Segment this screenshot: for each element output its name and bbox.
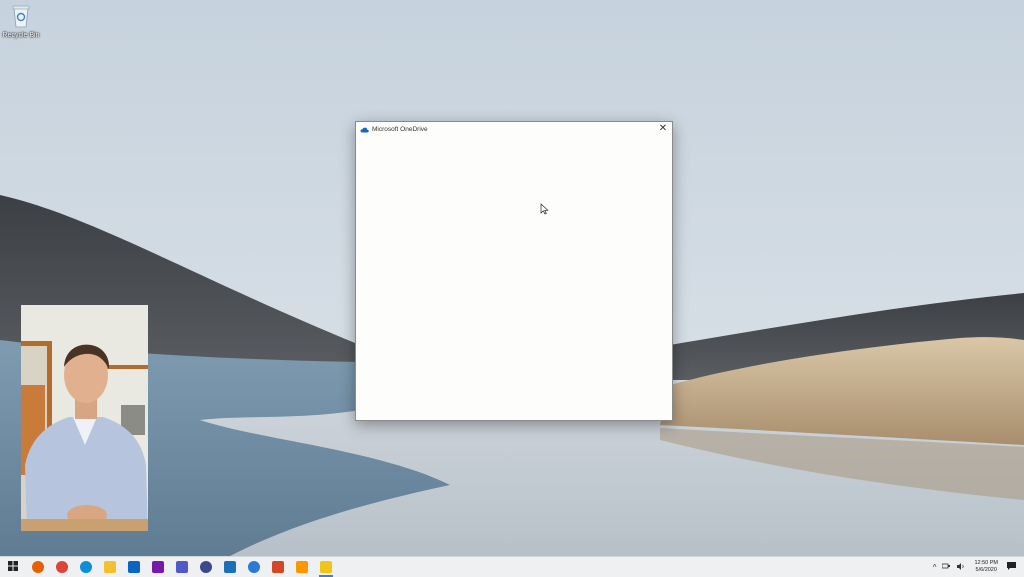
pinned-apps xyxy=(26,557,338,577)
windows-logo-icon xyxy=(8,558,18,576)
show-hidden-icons-chevron-icon[interactable]: ^ xyxy=(933,563,937,572)
taskbar-powerpoint-button[interactable] xyxy=(266,557,290,577)
desktop-icon-recycle-bin[interactable]: Recycle Bin xyxy=(2,4,40,39)
taskbar-chrome-button[interactable] xyxy=(50,557,74,577)
taskbar-sublime-button[interactable] xyxy=(290,557,314,577)
recycle-bin-icon xyxy=(11,4,31,28)
taskbar-onenote-button[interactable] xyxy=(146,557,170,577)
desktop-icon-label: Recycle Bin xyxy=(2,32,40,39)
app-circle-icon xyxy=(200,561,212,573)
clock-date: 5/6/2020 xyxy=(975,567,997,573)
webcam-overlay xyxy=(21,305,148,531)
mouse-pointer-icon xyxy=(540,203,549,215)
window-content xyxy=(356,136,672,420)
volume-icon[interactable] xyxy=(957,562,965,572)
clock-time: 12:50 PM xyxy=(974,560,998,566)
window-titlebar[interactable]: Microsoft OneDrive ✕ xyxy=(356,122,672,136)
taskbar: ^ 12:50 PM 5/6/2020 xyxy=(0,556,1024,577)
taskbar-file-explorer-button[interactable] xyxy=(98,557,122,577)
chrome-icon xyxy=(56,561,68,573)
firefox-icon xyxy=(32,561,44,573)
taskbar-edge-button[interactable] xyxy=(74,557,98,577)
taskbar-remote-app-button[interactable] xyxy=(218,557,242,577)
teams-icon xyxy=(176,561,188,573)
chat-app-icon xyxy=(248,561,260,573)
taskbar-app-circle-button[interactable] xyxy=(194,557,218,577)
taskbar-outlook-button[interactable] xyxy=(122,557,146,577)
taskbar-teams-button[interactable] xyxy=(170,557,194,577)
sublime-text-icon xyxy=(296,561,308,573)
presenter-video xyxy=(21,305,148,531)
taskbar-clock[interactable]: 12:50 PM 5/6/2020 xyxy=(974,560,998,574)
taskbar-onedrive-setup-button[interactable] xyxy=(314,557,338,577)
powerpoint-icon xyxy=(272,561,284,573)
onenote-icon xyxy=(152,561,164,573)
onedrive-setup-icon xyxy=(320,561,332,573)
window-title: Microsoft OneDrive xyxy=(372,125,428,133)
folder-icon xyxy=(104,561,116,573)
system-tray: ^ 12:50 PM 5/6/2020 xyxy=(930,557,1024,577)
close-button[interactable]: ✕ xyxy=(658,123,668,135)
desktop: Recycle Bin Microsoft OneDrive ✕ xyxy=(0,0,1024,556)
taskbar-chat-app-button[interactable] xyxy=(242,557,266,577)
start-button[interactable] xyxy=(0,557,26,577)
network-icon[interactable] xyxy=(942,563,951,572)
outlook-icon xyxy=(128,561,140,573)
action-center-icon[interactable] xyxy=(1007,562,1016,572)
edge-icon xyxy=(80,561,92,573)
taskbar-firefox-button[interactable] xyxy=(26,557,50,577)
onedrive-setup-window[interactable]: Microsoft OneDrive ✕ xyxy=(355,121,673,421)
remote-app-icon xyxy=(224,561,236,573)
